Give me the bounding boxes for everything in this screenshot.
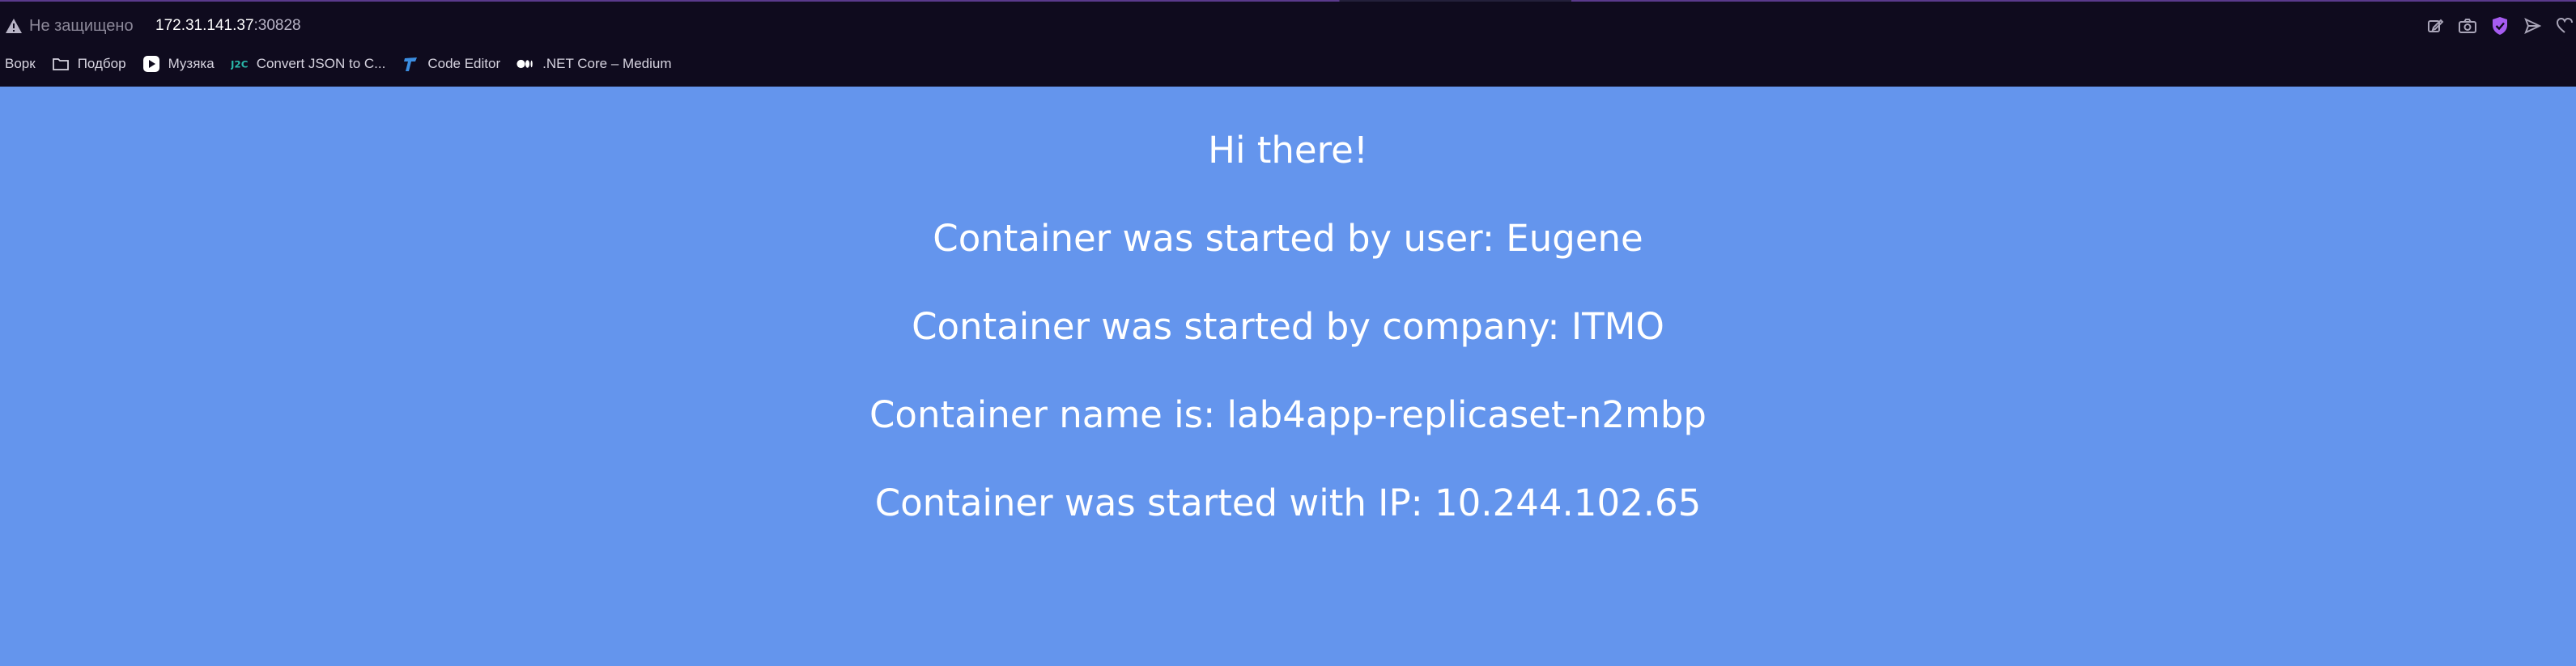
bookmark-label: Code Editor — [427, 56, 501, 71]
folder-icon — [52, 55, 70, 73]
page-content: Hi there! Container was started by user:… — [0, 87, 2576, 666]
bookmark-code-editor[interactable]: Code Editor — [402, 55, 500, 73]
security-indicator[interactable]: Не защищено — [5, 15, 134, 37]
edit-icon[interactable] — [2425, 16, 2445, 36]
heart-icon[interactable] — [2555, 16, 2574, 36]
bookmark-json-to-c[interactable]: J2C Convert JSON to C... — [231, 55, 386, 73]
bookmark-label: Ворк — [5, 56, 36, 71]
j2c-icon: J2C — [231, 55, 249, 73]
bookmark-label: Convert JSON to C... — [256, 56, 386, 71]
url-field[interactable]: 172.31.141.37 :30828 — [155, 15, 301, 37]
user-line: Container was started by user: Eugene — [933, 217, 1643, 260]
code-editor-icon — [402, 55, 419, 73]
bookmark-label: Музяка — [168, 56, 215, 71]
bookmark-net-core-medium[interactable]: .NET Core – Medium — [516, 55, 672, 73]
medium-icon — [516, 55, 534, 73]
company-line: Container was started by company: ITMO — [912, 305, 1664, 348]
toolbar-icons — [2425, 13, 2576, 39]
warning-icon — [5, 18, 23, 34]
camera-icon[interactable] — [2458, 16, 2477, 36]
svg-text:J2C: J2C — [231, 59, 248, 70]
url-port: :30828 — [253, 17, 301, 34]
container-name-line: Container name is: lab4app-replicaset-n2… — [869, 393, 1707, 436]
greeting-text: Hi there! — [1208, 129, 1368, 172]
play-icon — [142, 55, 160, 73]
url-host: 172.31.141.37 — [155, 17, 254, 34]
bookmark-muzyaka[interactable]: Музяка — [142, 55, 215, 73]
bookmark-work[interactable]: Ворк — [5, 56, 36, 72]
send-icon[interactable] — [2523, 16, 2542, 36]
address-bar: Не защищено 172.31.141.37 :30828 — [0, 0, 2576, 52]
shield-icon[interactable] — [2490, 16, 2510, 36]
ip-line: Container was started with IP: 10.244.10… — [874, 481, 1702, 524]
browser-chrome: Не защищено 172.31.141.37 :30828 Ворк По… — [0, 0, 2576, 87]
bookmark-label: .NET Core – Medium — [542, 56, 672, 71]
security-label: Не защищено — [29, 16, 134, 35]
bookmarks-bar: Ворк Подбор Музяка J2C Convert JSON to C… — [0, 52, 672, 76]
bookmark-label: Подбор — [77, 56, 126, 71]
bookmark-podbor[interactable]: Подбор — [52, 55, 126, 73]
